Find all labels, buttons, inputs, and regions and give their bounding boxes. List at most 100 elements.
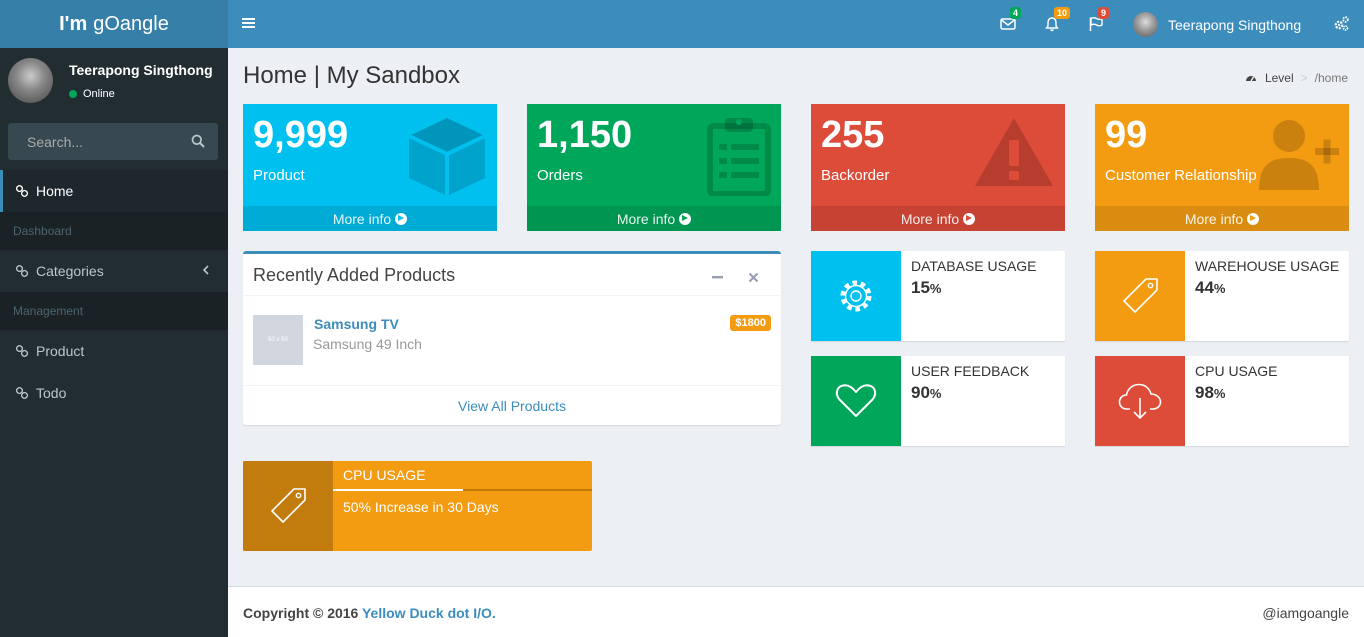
stat-label: Product [253,167,305,184]
sidebar-item-label: Home [36,183,74,199]
user-name: Teerapong Singthong [1168,16,1302,33]
status-text: Online [83,88,115,100]
arrow-circle-right-icon [395,212,408,225]
info-box-warehouse-usage: WAREHOUSE USAGE 44% [1095,251,1349,341]
view-all-products-link[interactable]: View All Products [243,398,781,414]
arrow-circle-right-icon [679,212,692,225]
info-box-database-usage: DATABASE USAGE 15% [811,251,1065,341]
more-info-label: More info [332,210,392,227]
control-sidebar-toggle[interactable] [1333,15,1350,32]
app-logo[interactable]: I'm gOangle [0,0,228,48]
stat-label: Customer Relationship [1105,167,1257,184]
value-unit: % [1213,281,1226,296]
close-icon[interactable] [748,272,759,283]
more-info-link[interactable]: More info [527,206,781,231]
value-unit: % [1213,386,1226,401]
sidebar-item-product[interactable]: Product [0,330,228,372]
menu-header-management: Management [0,292,228,330]
link-icon [16,387,28,399]
more-info-label: More info [616,210,676,227]
value-unit: % [929,281,942,296]
sidebar-avatar [8,58,53,103]
stat-label: Orders [537,167,583,184]
user-plus-icon [1259,116,1339,192]
panel-title: Recently Added Products [253,265,456,285]
collapse-minus-icon[interactable] [712,271,724,283]
sidebar-toggle-icon[interactable] [242,16,256,30]
divider [243,295,781,296]
tasks-menu[interactable]: 9 [1088,7,1110,32]
notifications-menu[interactable]: 10 [1044,7,1071,32]
footer-handle: @iamgoangle [1262,605,1349,621]
info-box-value: 15% [911,278,941,298]
info-box-value: 98% [1195,383,1225,403]
chevron-left-icon [202,265,210,275]
logo-bold: I'm [59,12,88,35]
company-link[interactable]: Yellow Duck dot I/O. [362,605,496,621]
page-title: Home | My Sandbox [243,62,460,89]
cube-icon [407,116,487,198]
search-input[interactable] [8,123,178,160]
more-info-link[interactable]: More info [811,206,1065,231]
info-box-label: WAREHOUSE USAGE [1195,258,1340,274]
page-footer: Copyright © 2016 Yellow Duck dot I/O. @i… [228,586,1364,637]
dashboard-icon [1245,76,1256,82]
stat-box-product: 9,999 Product More info [243,104,497,231]
stat-number: 9,999 [253,114,349,156]
copyright: Copyright © 2016 Yellow Duck dot I/O. [243,605,496,621]
tag-icon [1095,251,1185,341]
stat-number: 255 [821,114,885,156]
gears-icon [1334,16,1349,31]
more-info-label: More info [1184,210,1244,227]
info-box-user-feedback: USER FEEDBACK 90% [811,356,1065,446]
link-icon [16,345,28,357]
info-box-label: DATABASE USAGE [911,258,1037,274]
value-number: 44 [1195,278,1214,297]
sidebar-item-label: Todo [36,385,67,401]
link-icon [16,185,28,197]
more-info-link[interactable]: More info [1095,206,1349,231]
breadcrumb-level[interactable]: Level [1265,71,1294,85]
more-info-label: More info [900,210,960,227]
divider [243,385,781,386]
more-info-link[interactable]: More info [243,206,497,231]
info-box-cpu-usage: CPU USAGE 98% [1095,356,1349,446]
messages-menu[interactable]: 4 [1000,7,1022,32]
info-box-value: 44% [1195,278,1225,298]
breadcrumb-current: /home [1314,71,1348,85]
stat-label: Backorder [821,167,890,184]
sidebar-user-name: Teerapong Singthong [69,62,213,78]
clipboard-icon [707,116,771,196]
info-box-label: CPU USAGE [1195,363,1278,379]
sidebar-user-status: Online [69,88,115,100]
warning-icon [973,116,1055,188]
sidebar-item-label: Categories [36,263,104,279]
sidebar-item-categories[interactable]: Categories [0,250,228,292]
product-description: Samsung 49 Inch [313,336,422,352]
progress-bar-fill [333,489,463,491]
search-icon[interactable] [191,134,205,148]
sidebar-item-todo[interactable]: Todo [0,372,228,414]
user-menu[interactable]: Teerapong Singthong [1133,12,1301,37]
stat-box-orders: 1,150 Orders More info [527,104,781,231]
product-name-link[interactable]: Samsung TV [314,316,399,332]
breadcrumb: Level > /home [1245,71,1348,85]
sidebar-item-label: Product [36,343,85,359]
image-placeholder-text: 50 x 50 [268,337,288,343]
info-box-value: 90% [911,383,941,403]
sidebar-item-home[interactable]: Home [0,170,228,212]
breadcrumb-separator: > [1300,71,1308,85]
logo-text: gOangle [93,12,169,35]
link-icon [16,265,28,277]
cpu-usage-progress-box: CPU USAGE 50% Increase in 30 Days [243,461,592,551]
value-number: 90 [911,383,930,402]
online-dot-icon [69,90,77,98]
sidebar-search [8,123,218,160]
price-badge: $1800 [730,315,771,331]
info-box-label: USER FEEDBACK [911,363,1030,379]
stat-number: 99 [1105,114,1148,156]
recent-products-panel: Recently Added Products 50 x 50 Samsung … [243,251,781,425]
value-unit: % [929,386,942,401]
menu-header-dashboard: Dashboard [0,212,228,250]
gear-icon [811,251,901,341]
